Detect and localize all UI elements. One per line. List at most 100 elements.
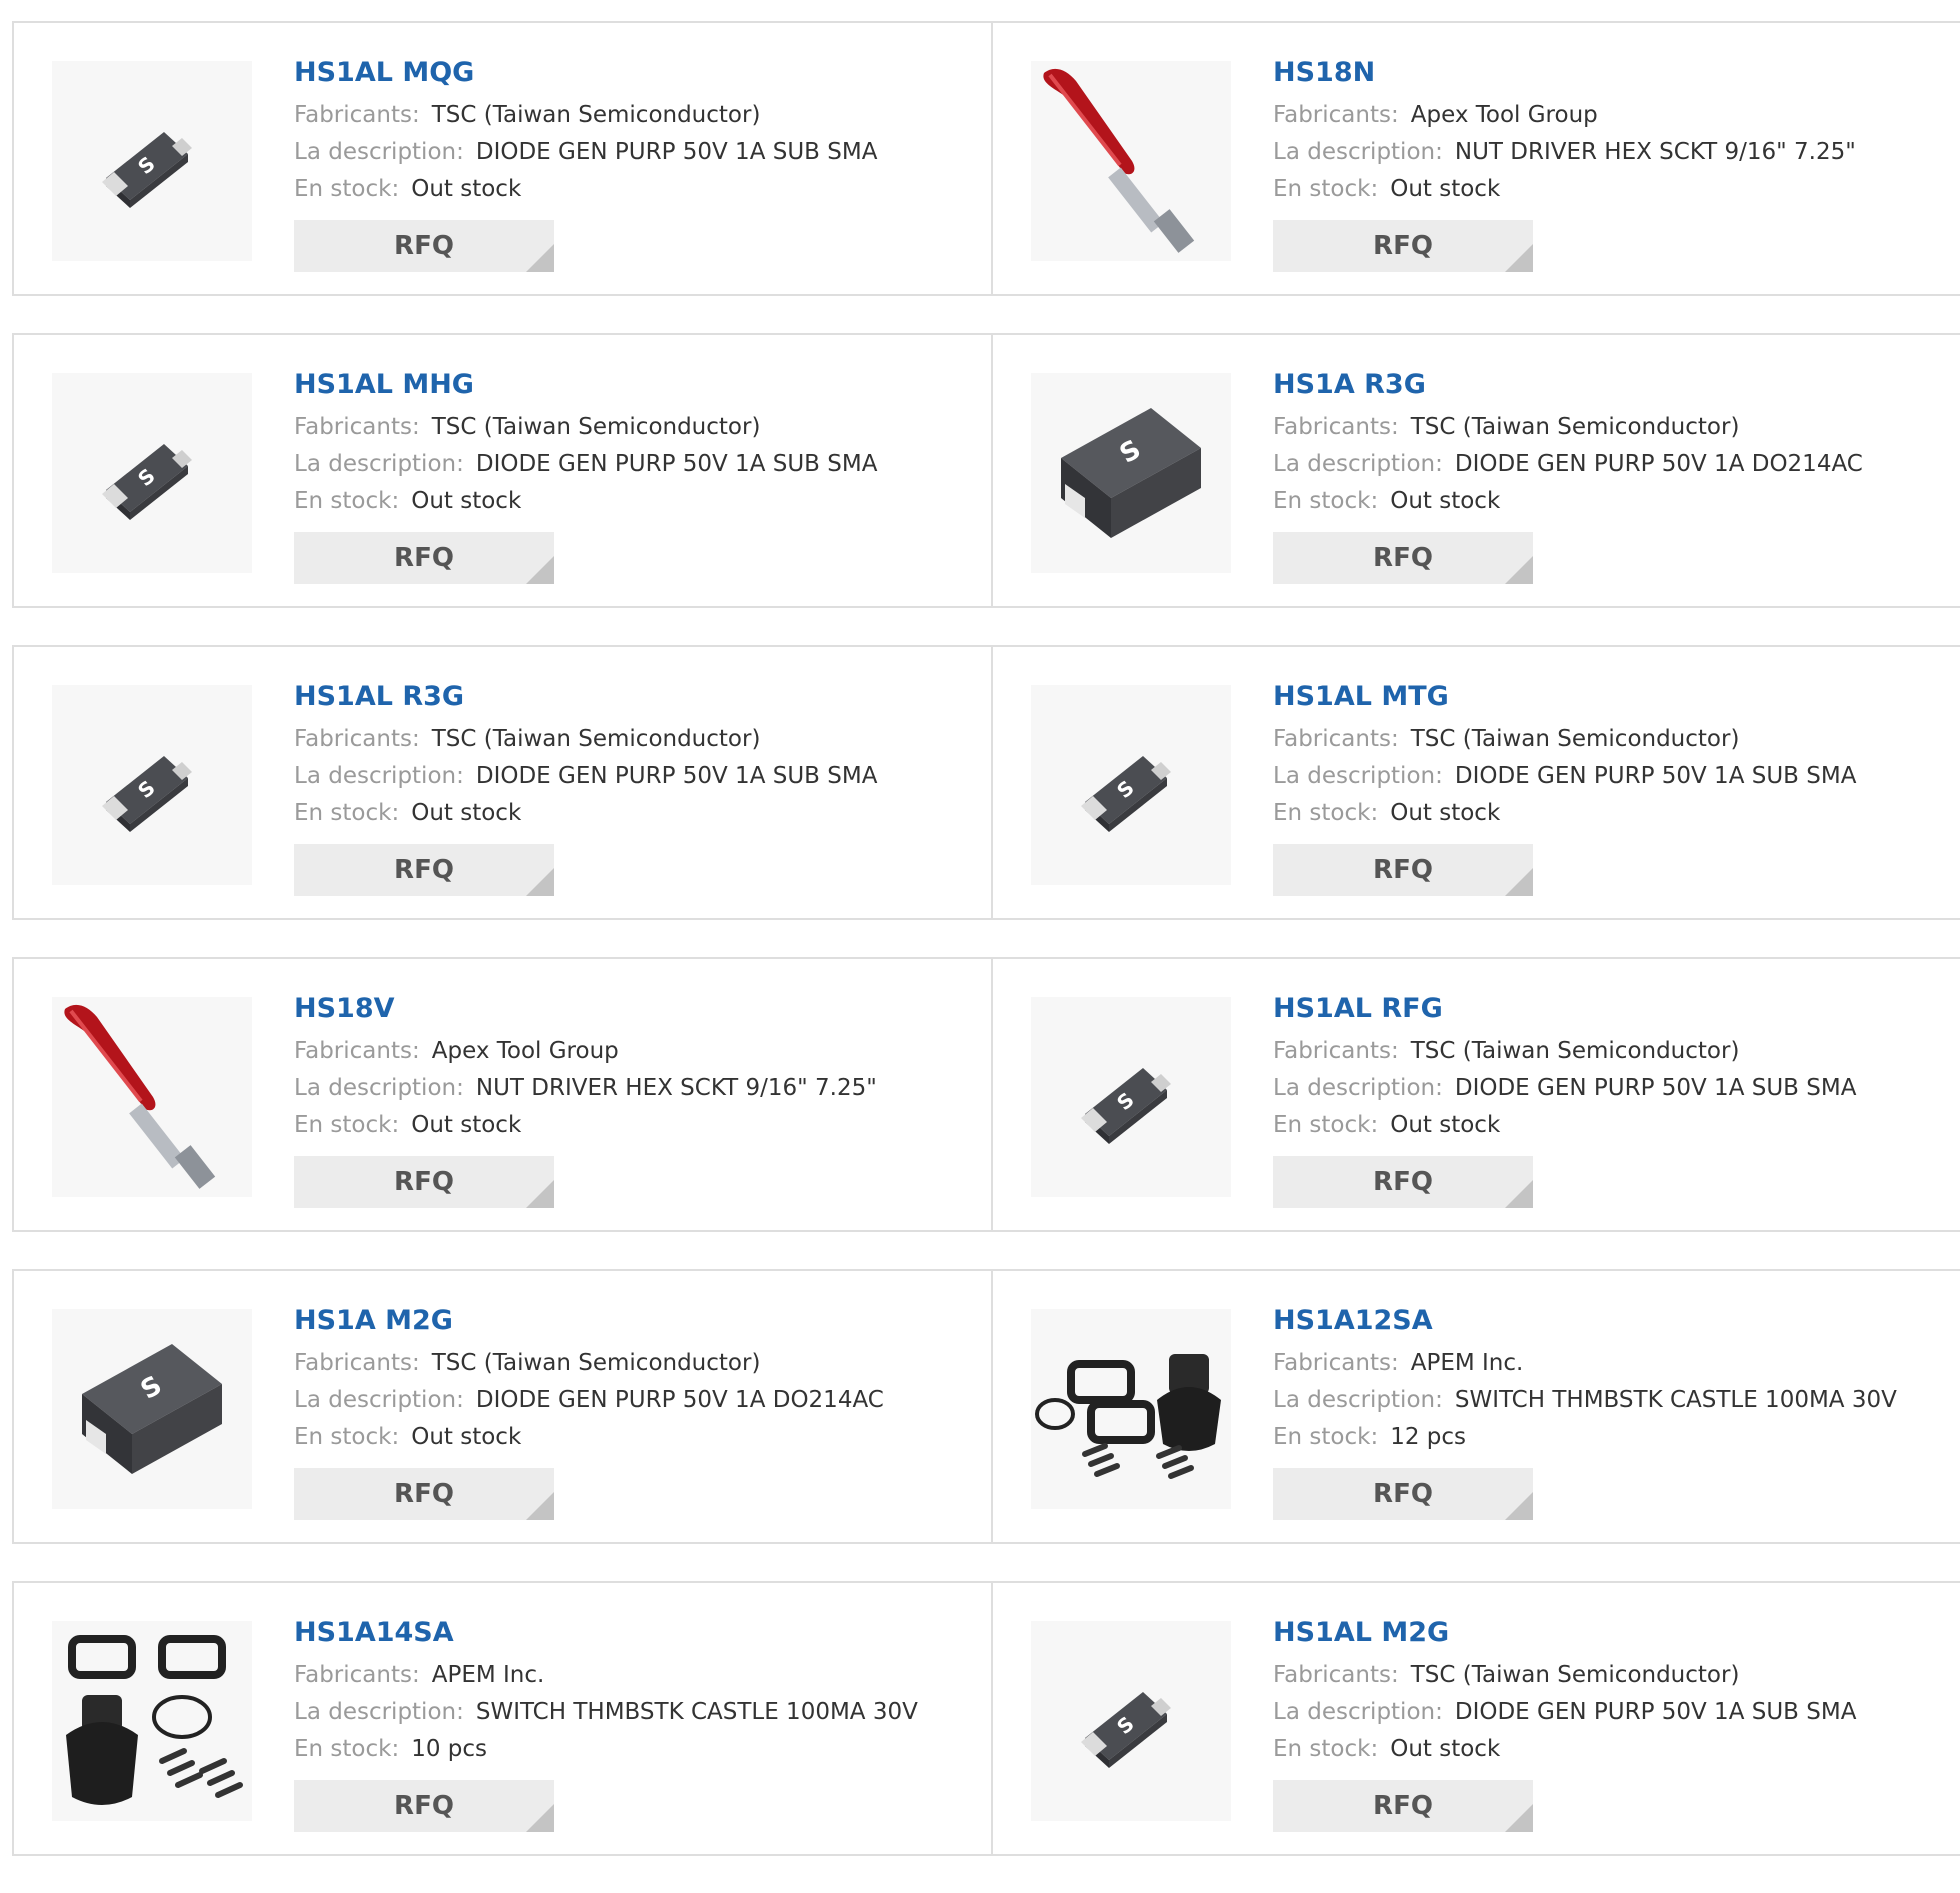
stock-label: En stock:: [1273, 1112, 1379, 1138]
manufacturer-label: Fabricants:: [294, 414, 420, 440]
product-row: S HS1AL R3G Fabricants: TSC (Taiwan Semic…: [12, 645, 1960, 920]
diode-sub-sma-icon: S: [1081, 756, 1171, 832]
stock-label: En stock:: [294, 1424, 400, 1450]
manufacturer-line: Fabricants: TSC (Taiwan Semiconductor): [1273, 1657, 1856, 1694]
stock-label: En stock:: [1273, 176, 1379, 202]
rfq-button[interactable]: RFQ: [294, 220, 554, 272]
rfq-button[interactable]: RFQ: [294, 532, 554, 584]
product-image[interactable]: [52, 1621, 252, 1821]
rfq-button-label: RFQ: [394, 1479, 454, 1509]
product-image[interactable]: S: [52, 1309, 252, 1509]
stock-value: Out stock: [1390, 800, 1501, 826]
rfq-button-label: RFQ: [1373, 1791, 1433, 1821]
description-value: SWITCH THMBSTK CASTLE 100MA 30V: [1454, 1387, 1897, 1413]
description-line: La description: DIODE GEN PURP 50V 1A SUB…: [294, 134, 877, 171]
manufacturer-value: TSC (Taiwan Semiconductor): [431, 414, 761, 440]
stock-value: 10 pcs: [411, 1736, 488, 1762]
rfq-button[interactable]: RFQ: [1273, 1468, 1533, 1520]
description-value: DIODE GEN PURP 50V 1A SUB SMA: [1454, 1699, 1857, 1725]
rfq-button[interactable]: RFQ: [1273, 844, 1533, 896]
product-card: S HS1AL RFG Fabricants: TSC (Taiwan Semic…: [991, 959, 1960, 1230]
product-row: HS1A14SA Fabricants: APEM Inc. La descrip…: [12, 1581, 1960, 1856]
rfq-button-label: RFQ: [394, 543, 454, 573]
stock-value: Out stock: [1390, 1736, 1501, 1762]
product-info: HS1AL R3G Fabricants: TSC (Taiwan Semicon…: [294, 677, 877, 896]
manufacturer-value: TSC (Taiwan Semiconductor): [431, 726, 761, 752]
description-value: SWITCH THMBSTK CASTLE 100MA 30V: [475, 1699, 918, 1725]
rfq-corner-decoration: [526, 1492, 554, 1520]
rfq-button[interactable]: RFQ: [1273, 532, 1533, 584]
manufacturer-line: Fabricants: APEM Inc.: [294, 1657, 918, 1694]
product-part-link[interactable]: HS1A12SA: [1273, 1301, 1897, 1341]
description-value: DIODE GEN PURP 50V 1A SUB SMA: [1454, 1075, 1857, 1101]
description-value: NUT DRIVER HEX SCKT 9/16" 7.25": [1454, 139, 1856, 165]
rfq-button-label: RFQ: [1373, 1167, 1433, 1197]
product-part-link[interactable]: HS1AL MQG: [294, 53, 877, 93]
nut-driver-icon: [64, 1004, 216, 1189]
thumbstick-kit-icon: [1035, 1354, 1221, 1479]
stock-value: Out stock: [411, 488, 522, 514]
product-part-link[interactable]: HS1A R3G: [1273, 365, 1863, 405]
stock-line: En stock: Out stock: [1273, 171, 1856, 208]
rfq-button[interactable]: RFQ: [294, 1468, 554, 1520]
diode-sub-sma-icon: S: [1081, 1692, 1171, 1768]
product-image[interactable]: S: [1031, 685, 1231, 885]
manufacturer-label: Fabricants:: [294, 1038, 420, 1064]
description-value: DIODE GEN PURP 50V 1A SUB SMA: [1454, 763, 1857, 789]
product-card: S HS1AL R3G Fabricants: TSC (Taiwan Semic…: [14, 647, 991, 918]
product-card: S HS1A M2G Fabricants: TSC (Taiwan Semico…: [14, 1271, 991, 1542]
product-image[interactable]: [1031, 61, 1231, 261]
product-part-link[interactable]: HS1AL MHG: [294, 365, 877, 405]
product-image[interactable]: [1031, 1309, 1231, 1509]
product-part-link[interactable]: HS1AL R3G: [294, 677, 877, 717]
product-card: S HS1AL M2G Fabricants: TSC (Taiwan Semic…: [991, 1583, 1960, 1854]
rfq-button[interactable]: RFQ: [294, 844, 554, 896]
manufacturer-value: TSC (Taiwan Semiconductor): [431, 1350, 761, 1376]
product-part-link[interactable]: HS1AL MTG: [1273, 677, 1856, 717]
description-line: La description: DIODE GEN PURP 50V 1A SUB…: [294, 758, 877, 795]
stock-value: Out stock: [411, 176, 522, 202]
description-value: DIODE GEN PURP 50V 1A DO214AC: [1454, 451, 1863, 477]
product-part-link[interactable]: HS1AL RFG: [1273, 989, 1856, 1029]
rfq-button[interactable]: RFQ: [294, 1780, 554, 1832]
description-value: NUT DRIVER HEX SCKT 9/16" 7.25": [475, 1075, 877, 1101]
description-line: La description: NUT DRIVER HEX SCKT 9/16"…: [294, 1070, 877, 1107]
rfq-button[interactable]: RFQ: [1273, 1780, 1533, 1832]
description-label: La description:: [294, 1075, 464, 1101]
rfq-corner-decoration: [526, 556, 554, 584]
product-image[interactable]: S: [52, 373, 252, 573]
manufacturer-label: Fabricants:: [294, 726, 420, 752]
product-image[interactable]: S: [1031, 1621, 1231, 1821]
product-image[interactable]: [52, 997, 252, 1197]
product-image[interactable]: S: [1031, 373, 1231, 573]
rfq-corner-decoration: [526, 1804, 554, 1832]
product-row: S HS1A M2G Fabricants: TSC (Taiwan Semico…: [12, 1269, 1960, 1544]
rfq-button[interactable]: RFQ: [1273, 220, 1533, 272]
product-part-link[interactable]: HS1AL M2G: [1273, 1613, 1856, 1653]
diode-sub-sma-icon: S: [102, 756, 192, 832]
description-label: La description:: [1273, 451, 1443, 477]
product-info: HS1A14SA Fabricants: APEM Inc. La descrip…: [294, 1613, 918, 1832]
product-info: HS1A R3G Fabricants: TSC (Taiwan Semicond…: [1273, 365, 1863, 584]
product-part-link[interactable]: HS1A14SA: [294, 1613, 918, 1653]
product-part-link[interactable]: HS18V: [294, 989, 877, 1029]
manufacturer-line: Fabricants: Apex Tool Group: [294, 1033, 877, 1070]
diode-sub-sma-icon: S: [1081, 1068, 1171, 1144]
product-image[interactable]: S: [52, 61, 252, 261]
product-info: HS1AL RFG Fabricants: TSC (Taiwan Semicon…: [1273, 989, 1856, 1208]
product-image[interactable]: S: [52, 685, 252, 885]
rfq-corner-decoration: [1505, 556, 1533, 584]
product-part-link[interactable]: HS18N: [1273, 53, 1856, 93]
manufacturer-value: TSC (Taiwan Semiconductor): [1410, 1038, 1740, 1064]
product-card: HS18V Fabricants: Apex Tool Group La desc…: [14, 959, 991, 1230]
description-line: La description: DIODE GEN PURP 50V 1A SUB…: [1273, 1070, 1856, 1107]
manufacturer-value: Apex Tool Group: [1410, 102, 1598, 128]
product-card: HS18N Fabricants: Apex Tool Group La desc…: [991, 23, 1960, 294]
product-card: S HS1AL MTG Fabricants: TSC (Taiwan Semic…: [991, 647, 1960, 918]
manufacturer-label: Fabricants:: [1273, 1662, 1399, 1688]
rfq-button[interactable]: RFQ: [1273, 1156, 1533, 1208]
product-part-link[interactable]: HS1A M2G: [294, 1301, 884, 1341]
manufacturer-label: Fabricants:: [1273, 414, 1399, 440]
rfq-button[interactable]: RFQ: [294, 1156, 554, 1208]
product-image[interactable]: S: [1031, 997, 1231, 1197]
